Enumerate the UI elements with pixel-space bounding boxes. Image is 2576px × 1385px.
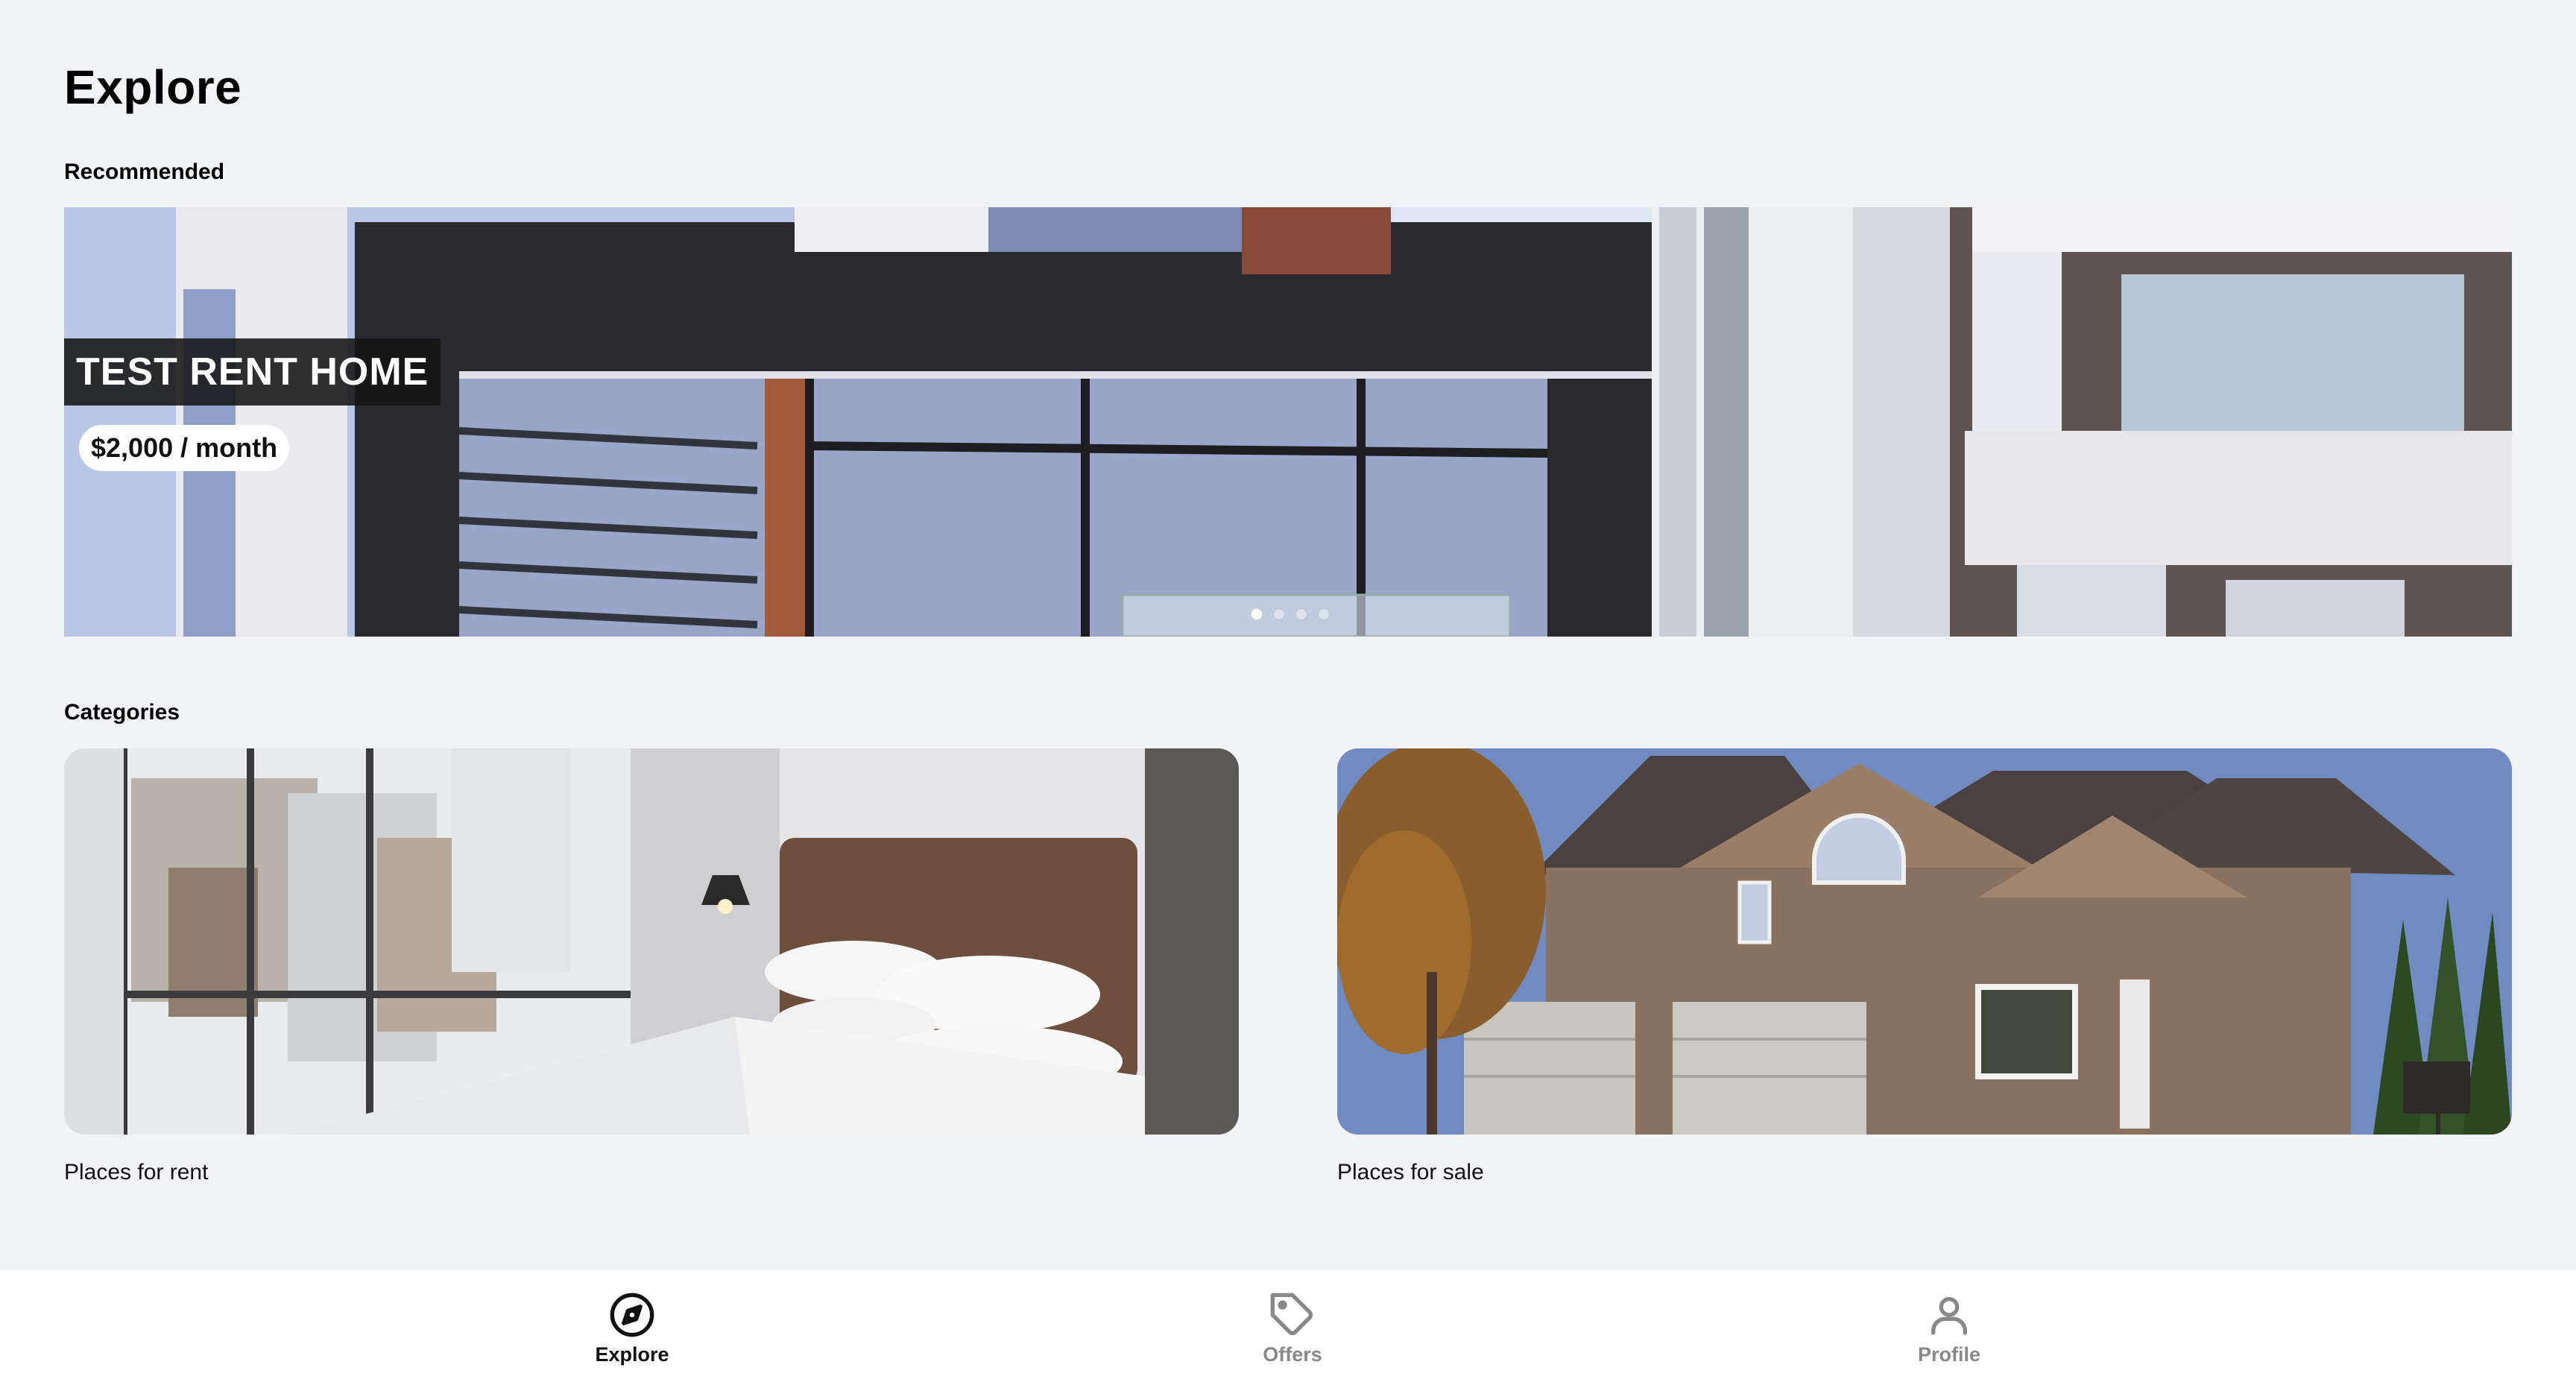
categories-heading: Categories (64, 700, 180, 725)
nav-tab-offers[interactable]: Offers (1203, 1291, 1382, 1373)
explore-page: Explore Recommended TEST RENT HOME $2,00… (0, 0, 2576, 1385)
page-title: Explore (64, 60, 242, 114)
listing-price-badge: $2,000 / month (79, 425, 290, 471)
carousel-dot[interactable] (1273, 608, 1285, 620)
carousel-dot[interactable] (1251, 608, 1263, 620)
house-exterior-photo (1337, 748, 2512, 1135)
nav-label-offers: Offers (1263, 1343, 1322, 1366)
category-card-rent[interactable] (64, 748, 1239, 1135)
carousel-dot[interactable] (1295, 608, 1307, 620)
nav-tab-explore[interactable]: Explore (543, 1291, 722, 1373)
building-photo (64, 207, 2512, 637)
nav-label-explore: Explore (595, 1343, 669, 1366)
carousel-pagination (1251, 608, 1330, 620)
nav-tab-profile[interactable]: Profile (1860, 1291, 2039, 1373)
compass-icon (610, 1293, 654, 1337)
bedroom-photo (64, 748, 1239, 1135)
nav-label-profile: Profile (1917, 1343, 1981, 1366)
tag-icon (1270, 1293, 1313, 1336)
carousel-dot[interactable] (1318, 608, 1330, 620)
category-label-sale[interactable]: Places for sale (1337, 1160, 1484, 1185)
category-card-sale[interactable] (1337, 748, 2512, 1135)
recommended-heading: Recommended (64, 160, 225, 184)
listing-title[interactable]: TEST RENT HOME (64, 338, 441, 406)
category-label-rent[interactable]: Places for rent (64, 1160, 208, 1185)
person-icon (1931, 1297, 1967, 1335)
recommended-carousel[interactable]: TEST RENT HOME $2,000 / month (64, 207, 2512, 637)
bottom-navigation: Explore Offers Profile (0, 1270, 2576, 1385)
